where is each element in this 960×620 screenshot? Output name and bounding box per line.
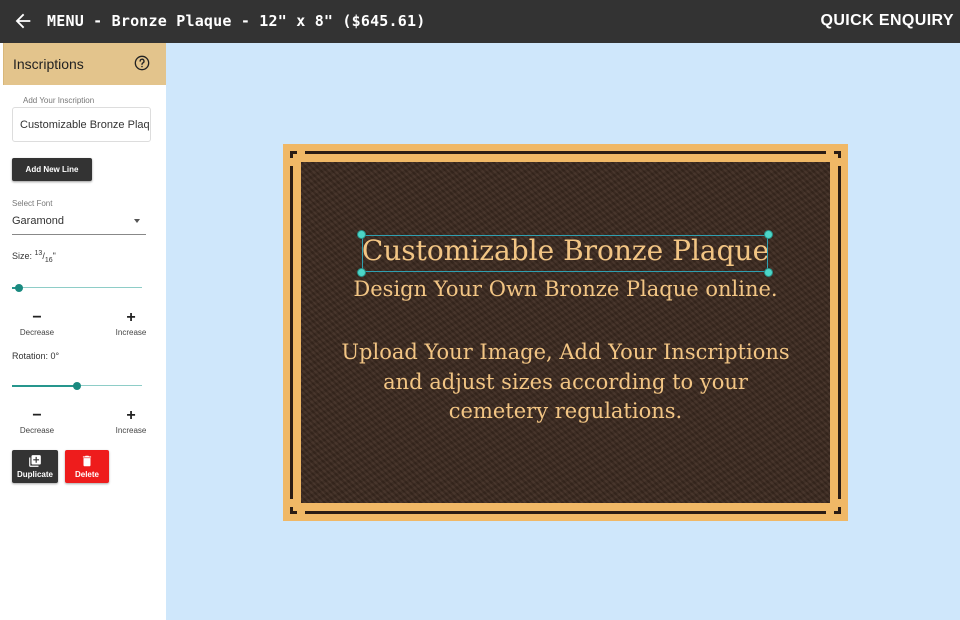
plaque-line-3[interactable]: Upload Your Image, Add Your Inscriptions <box>283 340 848 364</box>
size-decrease-label: Decrease <box>19 328 55 337</box>
top-bar: MENU - Bronze Plaque - 12" x 8" ($645.61… <box>0 0 960 43</box>
minus-icon: − <box>32 309 42 326</box>
add-new-line-button[interactable]: Add New Line <box>12 158 92 181</box>
frame-line-right <box>838 166 841 499</box>
corner-mark <box>290 151 293 158</box>
back-arrow-icon[interactable] <box>12 10 34 32</box>
plaque-preview[interactable]: Customizable Bronze Plaque Design Your O… <box>283 144 848 521</box>
size-slider-track <box>12 287 142 288</box>
resize-handle-top-right[interactable] <box>764 230 773 239</box>
duplicate-button[interactable]: Duplicate <box>12 450 58 483</box>
font-select-label: Select Font <box>12 199 53 208</box>
inscription-field-label: Add Your Inscription <box>23 96 95 105</box>
frame-line-bottom <box>305 511 826 514</box>
quick-enquiry-button[interactable]: QUICK ENQUIRY <box>820 12 954 30</box>
help-icon[interactable] <box>134 55 150 71</box>
size-slider[interactable] <box>12 282 142 294</box>
plus-icon: + <box>126 309 136 326</box>
rotation-slider-fill <box>12 385 77 387</box>
rotation-label: Rotation: 0° <box>12 351 60 361</box>
font-select[interactable]: Garamond <box>12 213 146 235</box>
plaque-line-5[interactable]: cemetery regulations. <box>283 399 848 423</box>
inscriptions-sidebar: Inscriptions Add Your Inscription Add Ne… <box>0 43 166 620</box>
plaque-line-2[interactable]: Design Your Own Bronze Plaque online. <box>283 277 848 301</box>
resize-handle-bottom-right[interactable] <box>764 268 773 277</box>
size-slider-thumb[interactable] <box>14 284 23 292</box>
rotation-increase-button[interactable]: + Increase <box>101 408 161 438</box>
size-label-text: Size: <box>12 251 33 261</box>
rotation-decrease-label: Decrease <box>19 426 55 435</box>
size-denominator: 16 <box>44 256 53 264</box>
corner-mark <box>838 507 841 514</box>
frame-line-top <box>305 151 826 154</box>
duplicate-label: Duplicate <box>16 470 53 479</box>
rotation-slider[interactable] <box>12 380 142 392</box>
inscription-field[interactable] <box>12 107 151 142</box>
size-increase-label: Increase <box>115 328 147 337</box>
trash-icon <box>82 455 92 467</box>
delete-label: Delete <box>74 470 99 479</box>
rotation-increase-label: Increase <box>115 426 147 435</box>
plaque-line-4[interactable]: and adjust sizes according to your <box>283 370 848 394</box>
font-select-value: Garamond <box>12 215 64 227</box>
corner-mark <box>290 507 293 514</box>
plaque-field <box>301 162 830 503</box>
size-numerator: 13 <box>34 250 43 257</box>
size-increase-button[interactable]: + Increase <box>101 310 161 340</box>
plus-icon: + <box>126 407 136 424</box>
duplicate-icon <box>29 455 41 467</box>
selection-box[interactable] <box>362 235 768 272</box>
corner-mark <box>838 151 841 158</box>
rotation-decrease-button[interactable]: − Decrease <box>7 408 67 438</box>
rotation-slider-thumb[interactable] <box>73 382 81 390</box>
frame-line-left <box>290 166 293 499</box>
resize-handle-bottom-left[interactable] <box>357 268 366 277</box>
caret-down-icon <box>134 219 140 223</box>
size-unit: " <box>52 251 56 261</box>
size-decrease-button[interactable]: − Decrease <box>7 310 67 340</box>
inscriptions-panel-header[interactable]: Inscriptions <box>3 43 166 85</box>
resize-handle-top-left[interactable] <box>357 230 366 239</box>
inscription-input[interactable] <box>20 119 150 131</box>
delete-button[interactable]: Delete <box>65 450 109 483</box>
size-label: Size: 13/16" <box>12 250 56 264</box>
panel-title: Inscriptions <box>13 56 84 72</box>
page-title: MENU - Bronze Plaque - 12" x 8" ($645.61… <box>47 12 426 30</box>
minus-icon: − <box>32 407 42 424</box>
